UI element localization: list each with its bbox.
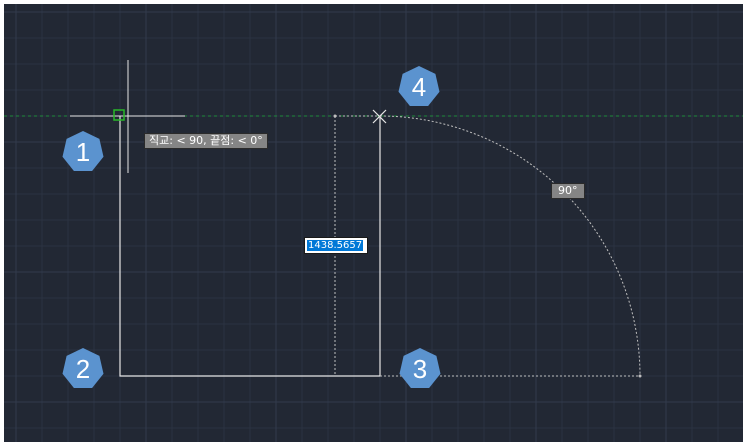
arc-start-point xyxy=(333,114,337,118)
ortho-endpoint-tooltip: 직교: < 90, 끝점: < 0° xyxy=(144,133,268,149)
callout-badge-4: 4 xyxy=(397,65,441,109)
arc-end-point xyxy=(638,374,642,378)
dynamic-input-field[interactable]: 1438.5657 xyxy=(304,237,368,254)
dynamic-input-value[interactable]: 1438.5657 xyxy=(307,240,364,251)
callout-number: 3 xyxy=(412,354,428,384)
callout-badge-3: 3 xyxy=(398,347,442,391)
drawing-viewport[interactable]: 직교: < 90, 끝점: < 0° 90° 1438.5657 xyxy=(4,4,743,442)
callout-number: 4 xyxy=(411,72,427,102)
callout-number: 2 xyxy=(75,354,91,384)
drawing-canvas[interactable] xyxy=(4,4,743,442)
callout-badge-1: 1 xyxy=(61,130,105,174)
callout-badge-2: 2 xyxy=(61,347,105,391)
callout-number: 1 xyxy=(75,137,91,167)
angle-dimension-label: 90° xyxy=(551,183,585,199)
